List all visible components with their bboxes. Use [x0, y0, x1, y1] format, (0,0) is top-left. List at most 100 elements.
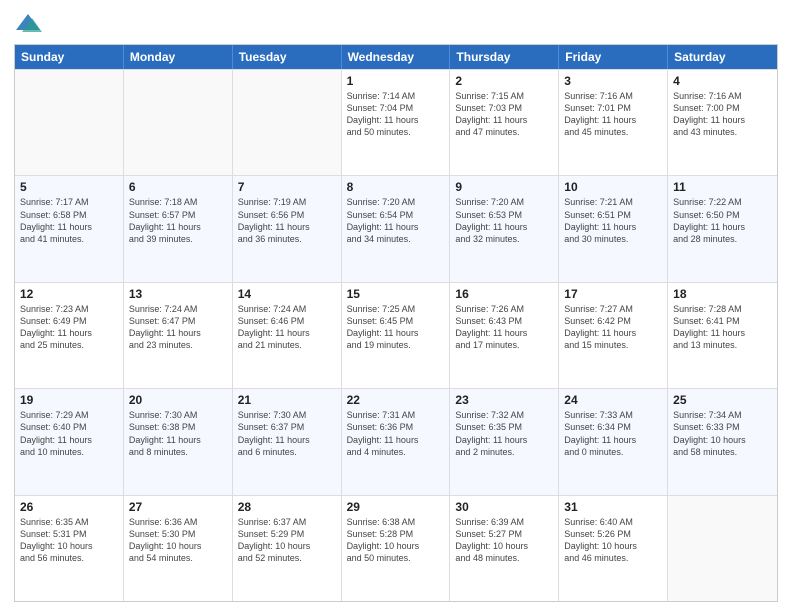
cell-date: 29 [347, 500, 445, 514]
cell-date: 23 [455, 393, 553, 407]
cell-date: 27 [129, 500, 227, 514]
calendar-cell: 6Sunrise: 7:18 AM Sunset: 6:57 PM Daylig… [124, 176, 233, 281]
calendar-cell: 23 Sunrise: 7:32 AM Sunset: 6:35 PM Dayli… [450, 389, 559, 494]
cell-info: Sunrise: 7:25 AM Sunset: 6:45 PM Dayligh… [347, 303, 445, 352]
calendar-cell [15, 70, 124, 175]
calendar-cell: 16 Sunrise: 7:26 AM Sunset: 6:43 PM Dayli… [450, 283, 559, 388]
cell-date: 10 [564, 180, 662, 194]
calendar-cell: 25 Sunrise: 7:34 AM Sunset: 6:33 PM Dayli… [668, 389, 777, 494]
calendar-cell: 31Sunrise: 6:40 AM Sunset: 5:26 PM Dayli… [559, 496, 668, 601]
weekday-header-saturday: Saturday [668, 45, 777, 69]
cell-info: Sunrise: 6:39 AM Sunset: 5:27 PM Dayligh… [455, 516, 553, 565]
cell-date: 9 [455, 180, 553, 194]
cell-date: 2 [455, 74, 553, 88]
cell-date: 14 [238, 287, 336, 301]
cell-info: Sunrise: 6:37 AM Sunset: 5:29 PM Dayligh… [238, 516, 336, 565]
cell-info: Sunrise: 6:40 AM Sunset: 5:26 PM Dayligh… [564, 516, 662, 565]
cell-info: Sunrise: 7:16 AM Sunset: 7:01 PM Dayligh… [564, 90, 662, 139]
cell-info: Sunrise: 7:32 AM Sunset: 6:35 PM Dayligh… [455, 409, 553, 458]
cell-date: 13 [129, 287, 227, 301]
cell-info: Sunrise: 7:30 AM Sunset: 6:38 PM Dayligh… [129, 409, 227, 458]
cell-info: Sunrise: 7:24 AM Sunset: 6:46 PM Dayligh… [238, 303, 336, 352]
calendar-cell: 7 Sunrise: 7:19 AM Sunset: 6:56 PM Daylig… [233, 176, 342, 281]
cell-info: Sunrise: 7:20 AM Sunset: 6:53 PM Dayligh… [455, 196, 553, 245]
cell-info: Sunrise: 7:22 AM Sunset: 6:50 PM Dayligh… [673, 196, 772, 245]
calendar-row-4: 19 Sunrise: 7:29 AM Sunset: 6:40 PM Dayli… [15, 388, 777, 494]
cell-info: Sunrise: 7:30 AM Sunset: 6:37 PM Dayligh… [238, 409, 336, 458]
cell-info: Sunrise: 6:38 AM Sunset: 5:28 PM Dayligh… [347, 516, 445, 565]
calendar-cell: 11 Sunrise: 7:22 AM Sunset: 6:50 PM Dayli… [668, 176, 777, 281]
cell-info: Sunrise: 7:29 AM Sunset: 6:40 PM Dayligh… [20, 409, 118, 458]
cell-date: 18 [673, 287, 772, 301]
cell-date: 25 [673, 393, 772, 407]
logo-icon [14, 10, 42, 38]
header [14, 10, 778, 38]
calendar-cell: 17 Sunrise: 7:27 AM Sunset: 6:42 PM Dayli… [559, 283, 668, 388]
cell-date: 8 [347, 180, 445, 194]
cell-date: 1 [347, 74, 445, 88]
calendar-cell [233, 70, 342, 175]
calendar-cell: 27 Sunrise: 6:36 AM Sunset: 5:30 PM Dayli… [124, 496, 233, 601]
calendar-cell: 12Sunrise: 7:23 AM Sunset: 6:49 PM Dayli… [15, 283, 124, 388]
cell-date: 21 [238, 393, 336, 407]
cell-date: 26 [20, 500, 118, 514]
calendar: SundayMondayTuesdayWednesdayThursdayFrid… [14, 44, 778, 602]
cell-date: 28 [238, 500, 336, 514]
cell-info: Sunrise: 7:16 AM Sunset: 7:00 PM Dayligh… [673, 90, 772, 139]
calendar-cell: 10 Sunrise: 7:21 AM Sunset: 6:51 PM Dayli… [559, 176, 668, 281]
calendar-cell: 18 Sunrise: 7:28 AM Sunset: 6:41 PM Dayli… [668, 283, 777, 388]
cell-date: 22 [347, 393, 445, 407]
cell-date: 24 [564, 393, 662, 407]
cell-date: 4 [673, 74, 772, 88]
calendar-cell: 26 Sunrise: 6:35 AM Sunset: 5:31 PM Dayli… [15, 496, 124, 601]
calendar-row-1: 1 Sunrise: 7:14 AM Sunset: 7:04 PM Daylig… [15, 69, 777, 175]
calendar-cell: 28 Sunrise: 6:37 AM Sunset: 5:29 PM Dayli… [233, 496, 342, 601]
cell-info: Sunrise: 6:36 AM Sunset: 5:30 PM Dayligh… [129, 516, 227, 565]
calendar-cell: 20 Sunrise: 7:30 AM Sunset: 6:38 PM Dayli… [124, 389, 233, 494]
weekday-header-wednesday: Wednesday [342, 45, 451, 69]
weekday-header-friday: Friday [559, 45, 668, 69]
cell-info: Sunrise: 7:26 AM Sunset: 6:43 PM Dayligh… [455, 303, 553, 352]
cell-date: 20 [129, 393, 227, 407]
logo [14, 10, 46, 38]
calendar-cell: 13 Sunrise: 7:24 AM Sunset: 6:47 PM Dayli… [124, 283, 233, 388]
cell-date: 7 [238, 180, 336, 194]
cell-info: Sunrise: 7:31 AM Sunset: 6:36 PM Dayligh… [347, 409, 445, 458]
cell-info: Sunrise: 7:17 AM Sunset: 6:58 PM Dayligh… [20, 196, 118, 245]
calendar-cell: 14 Sunrise: 7:24 AM Sunset: 6:46 PM Dayli… [233, 283, 342, 388]
calendar-cell: 29 Sunrise: 6:38 AM Sunset: 5:28 PM Dayli… [342, 496, 451, 601]
cell-date: 5 [20, 180, 118, 194]
calendar-cell: 21 Sunrise: 7:30 AM Sunset: 6:37 PM Dayli… [233, 389, 342, 494]
cell-info: Sunrise: 7:15 AM Sunset: 7:03 PM Dayligh… [455, 90, 553, 139]
calendar-row-5: 26 Sunrise: 6:35 AM Sunset: 5:31 PM Dayli… [15, 495, 777, 601]
cell-date: 6 [129, 180, 227, 194]
cell-date: 19 [20, 393, 118, 407]
cell-info: Sunrise: 6:35 AM Sunset: 5:31 PM Dayligh… [20, 516, 118, 565]
cell-date: 30 [455, 500, 553, 514]
calendar-cell [668, 496, 777, 601]
cell-info: Sunrise: 7:33 AM Sunset: 6:34 PM Dayligh… [564, 409, 662, 458]
cell-date: 17 [564, 287, 662, 301]
calendar-cell: 24 Sunrise: 7:33 AM Sunset: 6:34 PM Dayli… [559, 389, 668, 494]
calendar-cell: 15Sunrise: 7:25 AM Sunset: 6:45 PM Dayli… [342, 283, 451, 388]
cell-info: Sunrise: 7:34 AM Sunset: 6:33 PM Dayligh… [673, 409, 772, 458]
cell-info: Sunrise: 7:21 AM Sunset: 6:51 PM Dayligh… [564, 196, 662, 245]
cell-info: Sunrise: 7:23 AM Sunset: 6:49 PM Dayligh… [20, 303, 118, 352]
cell-info: Sunrise: 7:19 AM Sunset: 6:56 PM Dayligh… [238, 196, 336, 245]
calendar-cell: 9 Sunrise: 7:20 AM Sunset: 6:53 PM Daylig… [450, 176, 559, 281]
calendar-cell: 5 Sunrise: 7:17 AM Sunset: 6:58 PM Daylig… [15, 176, 124, 281]
cell-info: Sunrise: 7:27 AM Sunset: 6:42 PM Dayligh… [564, 303, 662, 352]
cell-info: Sunrise: 7:28 AM Sunset: 6:41 PM Dayligh… [673, 303, 772, 352]
calendar-cell [124, 70, 233, 175]
cell-date: 16 [455, 287, 553, 301]
cell-info: Sunrise: 7:24 AM Sunset: 6:47 PM Dayligh… [129, 303, 227, 352]
cell-info: Sunrise: 7:20 AM Sunset: 6:54 PM Dayligh… [347, 196, 445, 245]
calendar-cell: 30 Sunrise: 6:39 AM Sunset: 5:27 PM Dayli… [450, 496, 559, 601]
calendar-cell: 3 Sunrise: 7:16 AM Sunset: 7:01 PM Daylig… [559, 70, 668, 175]
cell-info: Sunrise: 7:14 AM Sunset: 7:04 PM Dayligh… [347, 90, 445, 139]
cell-date: 3 [564, 74, 662, 88]
weekday-header-monday: Monday [124, 45, 233, 69]
calendar-cell: 8 Sunrise: 7:20 AM Sunset: 6:54 PM Daylig… [342, 176, 451, 281]
weekday-header-sunday: Sunday [15, 45, 124, 69]
cell-date: 11 [673, 180, 772, 194]
